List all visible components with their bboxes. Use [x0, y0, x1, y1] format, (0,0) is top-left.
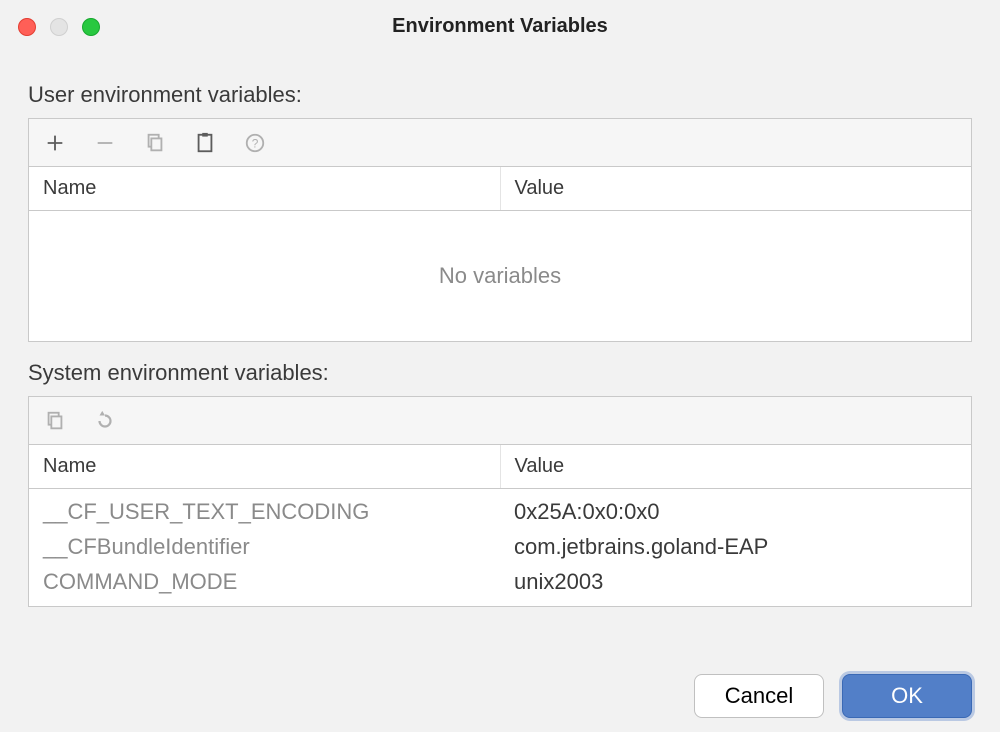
close-icon[interactable]	[18, 18, 36, 36]
var-value: 0x25A:0x0:0x0	[500, 493, 971, 528]
var-value: unix2003	[500, 563, 971, 598]
table-row[interactable]: __CFBundleIdentifier com.jetbrains.golan…	[29, 528, 971, 563]
dialog-content: User environment variables: ?	[0, 48, 1000, 656]
user-vars-label: User environment variables:	[28, 82, 972, 108]
environment-variables-dialog: Environment Variables User environment v…	[0, 0, 1000, 732]
table-row[interactable]: __CF_USER_TEXT_ENCODING 0x25A:0x0:0x0	[29, 493, 971, 528]
help-icon: ?	[241, 129, 269, 157]
window-controls	[18, 18, 100, 36]
system-table-body[interactable]: __CF_USER_TEXT_ENCODING 0x25A:0x0:0x0 __…	[29, 489, 971, 606]
system-vars-toolbar	[29, 397, 971, 445]
user-table-header: Name Value	[29, 167, 971, 211]
system-col-name[interactable]: Name	[29, 445, 501, 488]
system-vars-label: System environment variables:	[28, 360, 972, 386]
titlebar: Environment Variables	[0, 0, 1000, 48]
table-row[interactable]: COMMAND_MODE unix2003	[29, 563, 971, 598]
copy-icon	[41, 407, 69, 435]
var-name: __CFBundleIdentifier	[29, 528, 500, 563]
cancel-button[interactable]: Cancel	[694, 674, 824, 718]
system-vars-panel: Name Value __CF_USER_TEXT_ENCODING 0x25A…	[28, 396, 972, 607]
system-col-value[interactable]: Value	[501, 445, 972, 488]
system-table-header: Name Value	[29, 445, 971, 489]
user-col-value[interactable]: Value	[501, 167, 972, 210]
var-value: com.jetbrains.goland-EAP	[500, 528, 971, 563]
user-col-name[interactable]: Name	[29, 167, 501, 210]
user-empty-message: No variables	[439, 263, 561, 289]
ok-button[interactable]: OK	[842, 674, 972, 718]
remove-icon	[91, 129, 119, 157]
var-name: COMMAND_MODE	[29, 563, 500, 598]
dialog-buttons: Cancel OK	[0, 656, 1000, 732]
var-name: __CF_USER_TEXT_ENCODING	[29, 493, 500, 528]
window-title: Environment Variables	[16, 15, 984, 38]
revert-icon	[91, 407, 119, 435]
user-vars-panel: ? Name Value No variables	[28, 118, 972, 342]
user-vars-toolbar: ?	[29, 119, 971, 167]
user-table-body[interactable]: No variables	[29, 211, 971, 341]
paste-icon[interactable]	[191, 129, 219, 157]
add-icon[interactable]	[41, 129, 69, 157]
minimize-icon	[50, 18, 68, 36]
zoom-icon[interactable]	[82, 18, 100, 36]
svg-text:?: ?	[252, 136, 259, 150]
copy-icon	[141, 129, 169, 157]
